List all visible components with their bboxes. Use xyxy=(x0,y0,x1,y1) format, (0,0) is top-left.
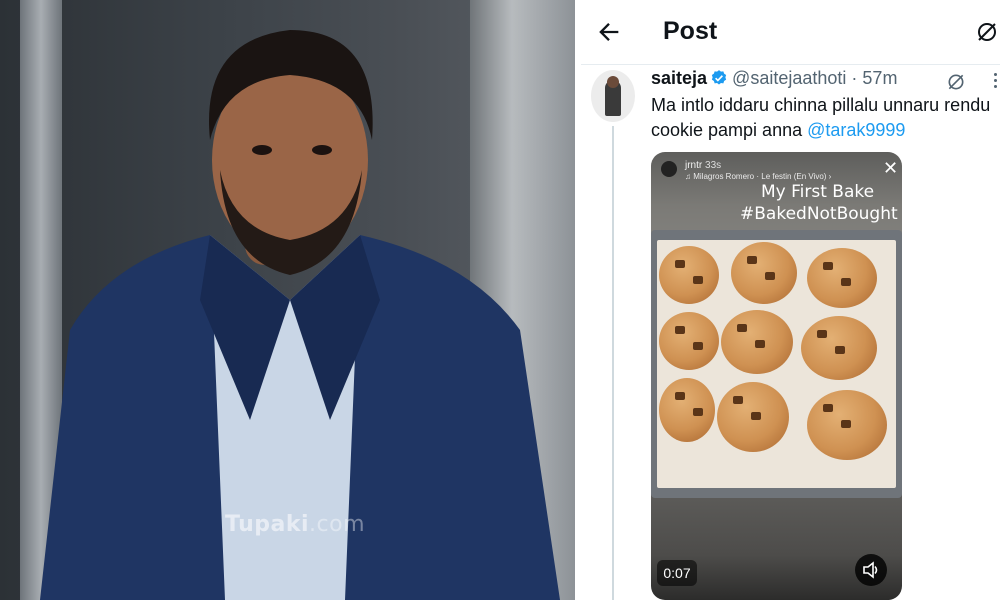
cookie xyxy=(659,378,715,442)
arrow-left-icon[interactable] xyxy=(595,18,623,46)
close-icon: ✕ xyxy=(883,158,899,179)
display-name[interactable]: saiteja xyxy=(651,68,707,88)
post-time[interactable]: 57m xyxy=(862,68,897,88)
cookie xyxy=(807,248,877,308)
cookie xyxy=(801,316,877,380)
post-media-video[interactable]: jrntr 33s ♫ Milagros Romero · Le festin … xyxy=(651,152,902,600)
person-figure xyxy=(40,30,560,600)
post-panel: Post saiteja @saitejaathoti · 57m Ma int… xyxy=(581,0,1000,600)
baking-tray xyxy=(651,230,902,498)
celebrity-photo: Tupaki.com xyxy=(0,0,575,600)
top-bar: Post xyxy=(581,0,1000,65)
mention-link[interactable]: @tarak9999 xyxy=(807,120,905,140)
parchment-paper xyxy=(657,240,896,488)
avatar-face xyxy=(607,76,619,88)
cookie xyxy=(721,310,793,374)
post-header: saiteja @saitejaathoti · 57m xyxy=(651,68,897,94)
cookie xyxy=(807,390,887,460)
cookie xyxy=(659,246,719,304)
story-music-label: ♫ Milagros Romero · Le festin (En Vivo) … xyxy=(685,172,832,181)
thread-line xyxy=(612,126,614,600)
caption-line-2: #BakedNotBought xyxy=(740,204,898,224)
story-username: jrntr 33s xyxy=(685,160,722,171)
page-title: Post xyxy=(663,17,718,45)
caption-line-1: My First Bake xyxy=(761,182,875,202)
watermark-text: Tupaki.com xyxy=(225,512,366,537)
user-handle[interactable]: @saitejaathoti xyxy=(732,68,846,88)
cookie xyxy=(717,382,789,452)
grok-icon[interactable] xyxy=(946,72,966,92)
post-text: Ma intlo iddaru chinna pillalu unnaru re… xyxy=(651,93,991,143)
verified-badge-icon xyxy=(711,70,727,85)
volume-icon[interactable] xyxy=(855,554,887,586)
video-timestamp: 0:07 xyxy=(657,560,697,586)
story-avatar xyxy=(661,161,677,177)
separator-dot: · xyxy=(851,68,858,88)
more-options-icon[interactable] xyxy=(989,70,1000,92)
avatar[interactable] xyxy=(591,70,635,122)
cookie xyxy=(659,312,719,370)
cookie xyxy=(731,242,797,304)
grok-icon[interactable] xyxy=(975,20,999,44)
